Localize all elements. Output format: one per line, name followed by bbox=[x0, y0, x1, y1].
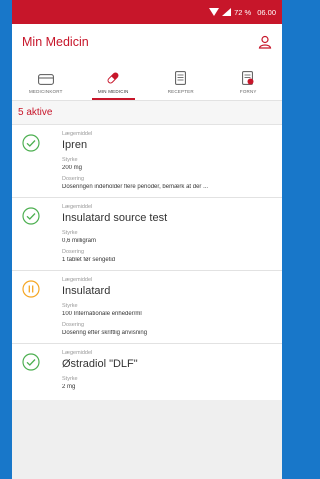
check-circle-icon bbox=[22, 353, 40, 371]
battery-level: 72 % bbox=[234, 7, 252, 17]
dosage-value: Doseringen indeholder flere perioder, be… bbox=[62, 184, 209, 190]
check-circle-icon bbox=[22, 207, 40, 225]
strength-value: 200 mg bbox=[62, 165, 83, 171]
tab-bar: MEDICINKORT MIN MEDICIN RECEPTER FORNY bbox=[12, 60, 282, 101]
drug-caption: Lægemiddel bbox=[62, 277, 93, 283]
app-bar: Min Medicin bbox=[12, 24, 282, 60]
list-item[interactable]: Lægemiddel Insulatard source test Styrke… bbox=[12, 198, 282, 271]
dosage-value: Dosering efter skriftlig anvisning bbox=[62, 330, 148, 336]
drug-name: Insulatard bbox=[62, 285, 111, 297]
list-item[interactable]: Lægemiddel Ipren Styrke 200 mg Dosering … bbox=[12, 125, 282, 198]
drug-name: Insulatard source test bbox=[62, 212, 168, 224]
status-bar: 72 % 06.00 bbox=[12, 0, 282, 24]
list-item[interactable]: Lægemiddel Insulatard Styrke 100 Interna… bbox=[12, 271, 282, 344]
list-item[interactable]: Lægemiddel Østradiol "DLF" Styrke 2 mg bbox=[12, 344, 282, 400]
strength-caption: Styrke bbox=[62, 376, 78, 382]
tab-forny[interactable]: FORNY bbox=[215, 60, 283, 100]
wifi-icon bbox=[209, 8, 220, 16]
strength-caption: Styrke bbox=[62, 303, 78, 309]
tab-min-medicin[interactable]: MIN MEDICIN bbox=[80, 60, 148, 100]
drug-caption: Lægemiddel bbox=[62, 350, 93, 356]
renew-document-icon bbox=[242, 71, 254, 85]
dosage-value: 1 tablet før sengetid bbox=[62, 257, 116, 263]
dosage-caption: Dosering bbox=[62, 176, 85, 182]
strength-caption: Styrke bbox=[62, 157, 78, 163]
tab-label: RECEPTER bbox=[167, 89, 194, 94]
person-icon[interactable] bbox=[258, 35, 272, 49]
page-title: Min Medicin bbox=[22, 35, 89, 49]
active-count: 5 aktive bbox=[18, 107, 53, 118]
tab-label: MEDICINKORT bbox=[28, 89, 63, 94]
strength-caption: Styrke bbox=[62, 230, 78, 236]
dosage-caption: Dosering bbox=[62, 322, 85, 328]
drug-caption: Lægemiddel bbox=[62, 204, 93, 210]
strength-value: 100 Internationale enheder/ml bbox=[62, 311, 142, 317]
drug-name: Østradiol "DLF" bbox=[62, 358, 138, 370]
clock: 06.00 bbox=[257, 7, 276, 17]
strength-value: 0,6 milligram bbox=[62, 238, 97, 244]
check-circle-icon bbox=[22, 134, 40, 152]
drug-name: Ipren bbox=[62, 139, 88, 151]
strength-value: 2 mg bbox=[62, 384, 76, 390]
document-icon bbox=[175, 71, 187, 85]
drug-caption: Lægemiddel bbox=[62, 131, 93, 137]
section-header: 5 aktive bbox=[12, 101, 282, 125]
tab-recepter[interactable]: RECEPTER bbox=[147, 60, 215, 100]
pause-circle-icon bbox=[22, 280, 40, 298]
card-icon bbox=[37, 74, 54, 85]
dosage-caption: Dosering bbox=[62, 249, 85, 255]
tab-label: MIN MEDICIN bbox=[97, 89, 129, 94]
tab-label: FORNY bbox=[239, 89, 257, 94]
medicine-list: Lægemiddel Ipren Styrke 200 mg Dosering … bbox=[12, 125, 282, 400]
tab-medicinkort[interactable]: MEDICINKORT bbox=[12, 60, 80, 100]
app-screen: 72 % 06.00 Min Medicin MEDICINKORT MIN M… bbox=[12, 0, 282, 479]
signal-icon bbox=[222, 8, 232, 16]
pill-icon bbox=[107, 72, 119, 84]
